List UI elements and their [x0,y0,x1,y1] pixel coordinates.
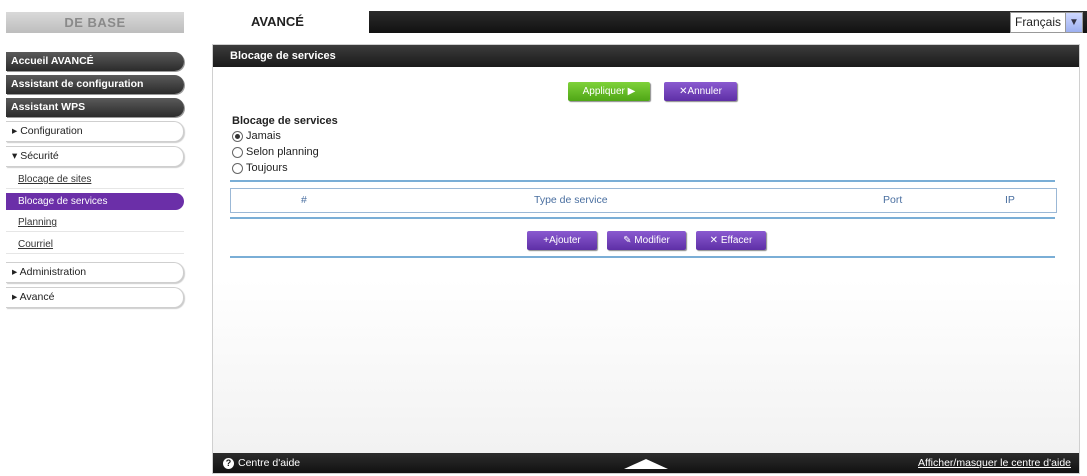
sidebar-section-advanced[interactable]: ▸ Avancé [6,287,184,308]
panel-body: Appliquer ▶ ✕Annuler Blocage de services… [213,67,1079,453]
tab-advanced[interactable]: AVANCÉ [190,11,369,33]
column-header-ip: IP [1005,194,1015,206]
panel-title: Blocage de services [213,45,1079,67]
divider [230,256,1055,258]
sidebar-item-site-blocking[interactable]: Blocage de sites [6,171,184,189]
chevron-up-icon[interactable] [624,459,668,469]
sidebar-section-administration[interactable]: ▸ Administration [6,262,184,283]
radio-button[interactable] [232,130,243,142]
radio-option-always[interactable]: Toujours [232,162,288,174]
pencil-icon: ✎ [623,235,635,246]
add-button[interactable]: +Ajouter [527,231,597,250]
help-icon: ? [223,457,234,469]
clear-button-label: Effacer [720,235,753,246]
sidebar-item-schedule[interactable]: Planning [6,214,184,232]
column-header-service-type: Type de service [534,194,608,206]
column-header-port: Port [883,194,903,206]
help-footer: ? Centre d'aide Afficher/masquer le cent… [213,453,1079,473]
main-panel: Blocage de services Appliquer ▶ ✕Annuler… [212,44,1080,474]
cancel-button[interactable]: ✕Annuler [664,82,737,101]
tab-basic[interactable]: DE BASE [6,12,184,33]
radio-option-never[interactable]: Jamais [232,130,281,142]
radio-label: Selon planning [246,146,319,158]
sidebar-item-wps-wizard[interactable]: Assistant WPS [6,98,184,117]
top-navigation: DE BASE AVANCÉ Français ▼ [0,0,1087,33]
clear-button[interactable]: ✕ Effacer [696,231,766,250]
apply-button[interactable]: Appliquer ▶ [568,82,650,101]
edit-button-label: Modifier [634,235,670,246]
radio-option-schedule[interactable]: Selon planning [232,146,319,158]
help-center-label: Centre d'aide [238,457,301,469]
radio-button[interactable] [232,162,243,174]
divider [230,217,1055,219]
help-center-link[interactable]: ? Centre d'aide [223,453,300,473]
top-strip [369,11,1087,33]
sidebar-item-advanced-home[interactable]: Accueil AVANCÉ [6,52,184,71]
language-selected: Français [1014,15,1061,29]
close-icon: ✕ [709,235,721,246]
column-header-number: # [301,194,307,206]
radio-button[interactable] [232,146,243,158]
language-select[interactable]: Français ▼ [1009,12,1083,33]
sidebar-section-security[interactable]: ▾ Sécurité [6,146,184,167]
section-title: Blocage de services [232,115,338,127]
divider [230,180,1055,182]
sidebar-item-service-blocking[interactable]: Blocage de services [6,193,184,210]
sidebar-section-configuration[interactable]: ▸ Configuration [6,121,184,142]
radio-label: Jamais [246,130,281,142]
radio-label: Toujours [246,162,288,174]
chevron-down-icon[interactable]: ▼ [1065,13,1082,32]
sidebar-item-setup-wizard[interactable]: Assistant de configuration [6,75,184,94]
sidebar-item-email[interactable]: Courriel [6,236,184,254]
edit-button[interactable]: ✎ Modifier [607,231,686,250]
sidebar: Accueil AVANCÉ Assistant de configuratio… [6,52,184,312]
toggle-help-center-link[interactable]: Afficher/masquer le centre d'aide [918,453,1071,473]
services-table: # Type de service Port IP [230,188,1057,213]
